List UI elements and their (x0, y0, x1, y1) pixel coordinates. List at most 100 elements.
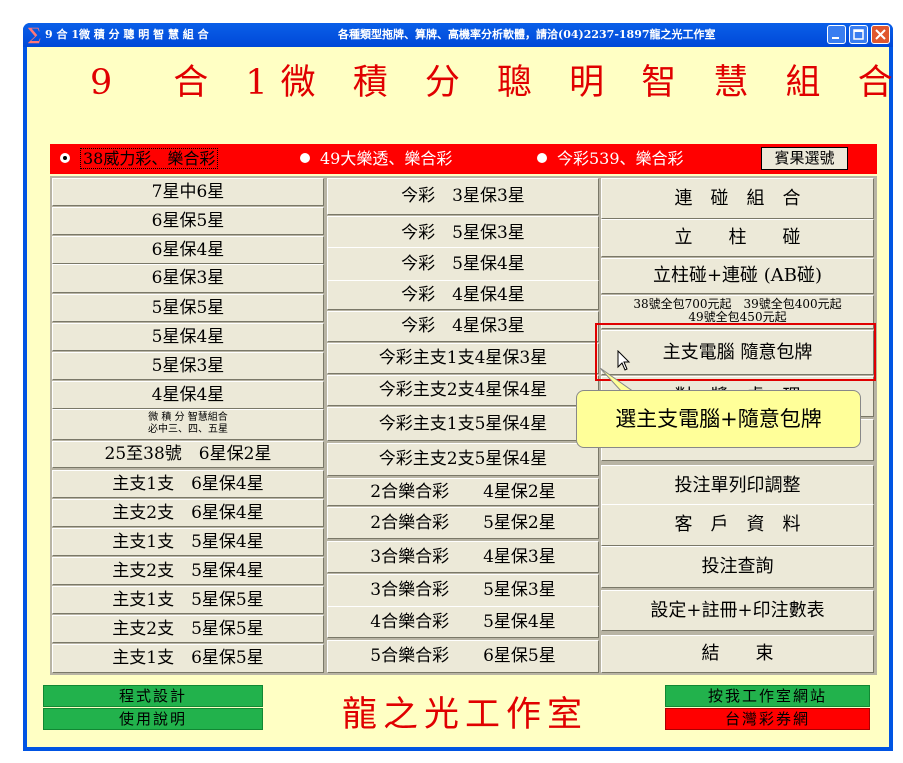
window-app-name: 9 合 1微 積 分 聰 明 智 慧 組 合 (45, 28, 209, 41)
menu-pillar-touch-button[interactable]: 立 柱 碰 (601, 219, 874, 257)
option-2he-5of2-button[interactable]: 2合樂合彩 5星保2星 (327, 507, 599, 539)
game-selector-bar: 38威力彩、樂合彩 49大樂透、樂合彩 今彩539、樂合彩 (50, 144, 877, 174)
tooltip: 選主支電腦+隨意包牌 (576, 390, 861, 448)
option-main2-6of4-button[interactable]: 主支2支 6星保4星 (52, 499, 324, 527)
button-label: 6星保3星 (151, 268, 225, 288)
button-label: 今彩 5星保3星 (401, 223, 525, 243)
button-label: 4合樂合彩 5星保4星 (370, 612, 556, 632)
option-7of6-button[interactable]: 7星中6星 (52, 178, 324, 206)
option-5he-6of5-button[interactable]: 5合樂合彩 6星保5星 (327, 640, 599, 673)
button-label: 3合樂合彩 4星保3星 (370, 547, 556, 567)
button-label: 5合樂合彩 6星保5星 (370, 646, 556, 666)
menu-combination-button[interactable]: 連 碰 組 合 (601, 178, 874, 219)
option-6of5-button[interactable]: 6星保5星 (52, 207, 324, 235)
option-main1-6of5-button[interactable]: 主支1支 6星保5星 (52, 644, 324, 673)
option-25to38-6of2-button[interactable]: 25至38號 6星保2星 (52, 441, 324, 468)
button-label: 主支2支 6星保4星 (112, 503, 264, 523)
close-button[interactable] (871, 25, 890, 44)
option-jc-5of4-button[interactable]: 今彩 5星保4星 (327, 247, 599, 281)
option-main1-5of5-button[interactable]: 主支1支 5星保5星 (52, 586, 324, 614)
button-label: 投注查詢 (701, 556, 774, 577)
studio-name: 龍之光工作室 (341, 695, 588, 735)
minimize-button[interactable] (827, 25, 846, 44)
menu-exit-button[interactable]: 結 束 (601, 635, 874, 673)
menu-pillar-ab-touch-button[interactable]: 立柱碰+連碰 (AB碰) (601, 258, 874, 294)
option-jc-4of3-button[interactable]: 今彩 4星保3星 (327, 311, 599, 342)
button-label: 主支1支 5星保5星 (112, 590, 264, 610)
button-label: 立柱碰+連碰 (AB碰) (652, 265, 823, 286)
option-jc-4of4-button[interactable]: 今彩 4星保4星 (327, 280, 599, 310)
option-jc-main1-5of4-button[interactable]: 今彩主支1支5星保4星 (327, 407, 599, 441)
button-label: 主支2支 5星保5星 (112, 619, 264, 639)
program-design-button[interactable]: 程式設計 (43, 685, 263, 707)
button-label: 25至38號 6星保2星 (104, 444, 272, 464)
button-label: 設定+註冊+印注數表 (650, 600, 825, 621)
radio-option-49[interactable]: 49大樂透、樂合彩 (300, 148, 452, 170)
button-label: 4星保4星 (151, 385, 225, 405)
maximize-button[interactable] (849, 25, 868, 44)
button-label: 今彩主支1支5星保4星 (378, 414, 548, 434)
button-label: 今彩 3星保3星 (401, 186, 525, 206)
option-main1-6of4-button[interactable]: 主支1支 6星保4星 (52, 470, 324, 498)
option-jc-3of3-button[interactable]: 今彩 3星保3星 (327, 178, 599, 215)
button-label: 今彩主支2支5星保4星 (378, 449, 548, 469)
radio-option-539[interactable]: 今彩539、樂合彩 (537, 148, 684, 170)
button-label: 7星中6星 (151, 182, 225, 202)
option-jc-main2-4of4-button[interactable]: 今彩主支2支4星保4星 (327, 375, 599, 406)
option-6of3-button[interactable]: 6星保3星 (52, 264, 324, 293)
menu-customer-data-button[interactable]: 客 戶 資 料 (601, 504, 874, 546)
button-label: 投注單列印調整 (674, 475, 801, 496)
radio-option-38[interactable]: 38威力彩、樂合彩 (60, 148, 219, 170)
option-main2-5of4-button[interactable]: 主支2支 5星保4星 (52, 557, 324, 585)
menu-settings-register-button[interactable]: 設定+註冊+印注數表 (601, 590, 874, 631)
button-label: 連 碰 組 合 (674, 188, 801, 209)
option-calculus-combo-button[interactable]: 微 積 分 智慧組合 必中三、四、五星 (52, 409, 324, 440)
option-jc-5of3-button[interactable]: 今彩 5星保3星 (327, 216, 599, 250)
close-icon (875, 29, 886, 40)
option-5of4-button[interactable]: 5星保4星 (52, 323, 324, 351)
option-4he-5of4-button[interactable]: 4合樂合彩 5星保4星 (327, 606, 599, 638)
button-label: 38號全包700元起 39號全包400元起 49號全包450元起 (633, 297, 842, 324)
radio-label: 38威力彩、樂合彩 (80, 148, 219, 169)
button-label: 今彩主支2支4星保4星 (378, 380, 548, 400)
button-label: 5星保5星 (151, 298, 225, 318)
option-5of3-button[interactable]: 5星保3星 (52, 352, 324, 380)
maximize-icon (853, 29, 864, 40)
button-label: 主支1支 6星保4星 (112, 474, 264, 494)
option-2he-4of2-button[interactable]: 2合樂合彩 4星保2星 (327, 478, 599, 506)
radio-label: 今彩539、樂合彩 (557, 149, 684, 168)
button-label: 今彩 4星保3星 (401, 316, 525, 336)
option-jc-main1-4of3-button[interactable]: 今彩主支1支4星保3星 (327, 343, 599, 374)
option-main1-5of4-button[interactable]: 主支1支 5星保4星 (52, 528, 324, 556)
option-4of4-button[interactable]: 4星保4星 (52, 381, 324, 409)
button-label: 結 束 (701, 643, 774, 664)
button-label: 立 柱 碰 (674, 227, 801, 248)
menu-bet-print-adjust-button[interactable]: 投注單列印調整 (601, 465, 874, 507)
option-3he-5of3-button[interactable]: 3合樂合彩 5星保3星 (327, 574, 599, 607)
button-label: 2合樂合彩 5星保2星 (370, 513, 556, 533)
option-main2-5of5-button[interactable]: 主支2支 5星保5星 (52, 615, 324, 643)
option-jc-main2-5of4-button[interactable]: 今彩主支2支5星保4星 (327, 443, 599, 476)
option-3he-4of3-button[interactable]: 3合樂合彩 4星保3星 (327, 541, 599, 573)
button-label: 主支2支 5星保4星 (112, 561, 264, 581)
usage-guide-button[interactable]: 使用說明 (43, 708, 263, 730)
radio-selected-icon (60, 153, 70, 163)
minimize-icon (832, 37, 839, 39)
window-caption: 各種類型拖牌、算牌、高機率分析軟體，請洽(04)2237-1897龍之光工作室 (338, 28, 716, 41)
button-label: 6星保5星 (151, 211, 225, 231)
bingo-pick-button[interactable]: 賓果選號 (761, 147, 848, 170)
radio-unselected-icon (300, 153, 310, 163)
title-bar[interactable]: ∑ 9 合 1微 積 分 聰 明 智 慧 組 合 各種類型拖牌、算牌、高機率分析… (23, 23, 893, 47)
button-label: 3合樂合彩 5星保3星 (370, 580, 556, 600)
button-label: 5星保4星 (151, 327, 225, 347)
button-label: 今彩主支1支4星保3星 (378, 348, 548, 368)
taiwan-lottery-button[interactable]: 台灣彩券網 (665, 708, 870, 730)
button-label: 今彩 5星保4星 (401, 254, 525, 274)
menu-bet-query-button[interactable]: 投注查詢 (601, 546, 874, 588)
button-label: 主支1支 6星保5星 (112, 648, 264, 668)
radio-unselected-icon (537, 153, 547, 163)
option-5of5-button[interactable]: 5星保5星 (52, 294, 324, 322)
button-label: 6星保4星 (151, 240, 225, 260)
option-6of4-button[interactable]: 6星保4星 (52, 236, 324, 264)
studio-website-button[interactable]: 按我工作室網站 (665, 685, 870, 707)
